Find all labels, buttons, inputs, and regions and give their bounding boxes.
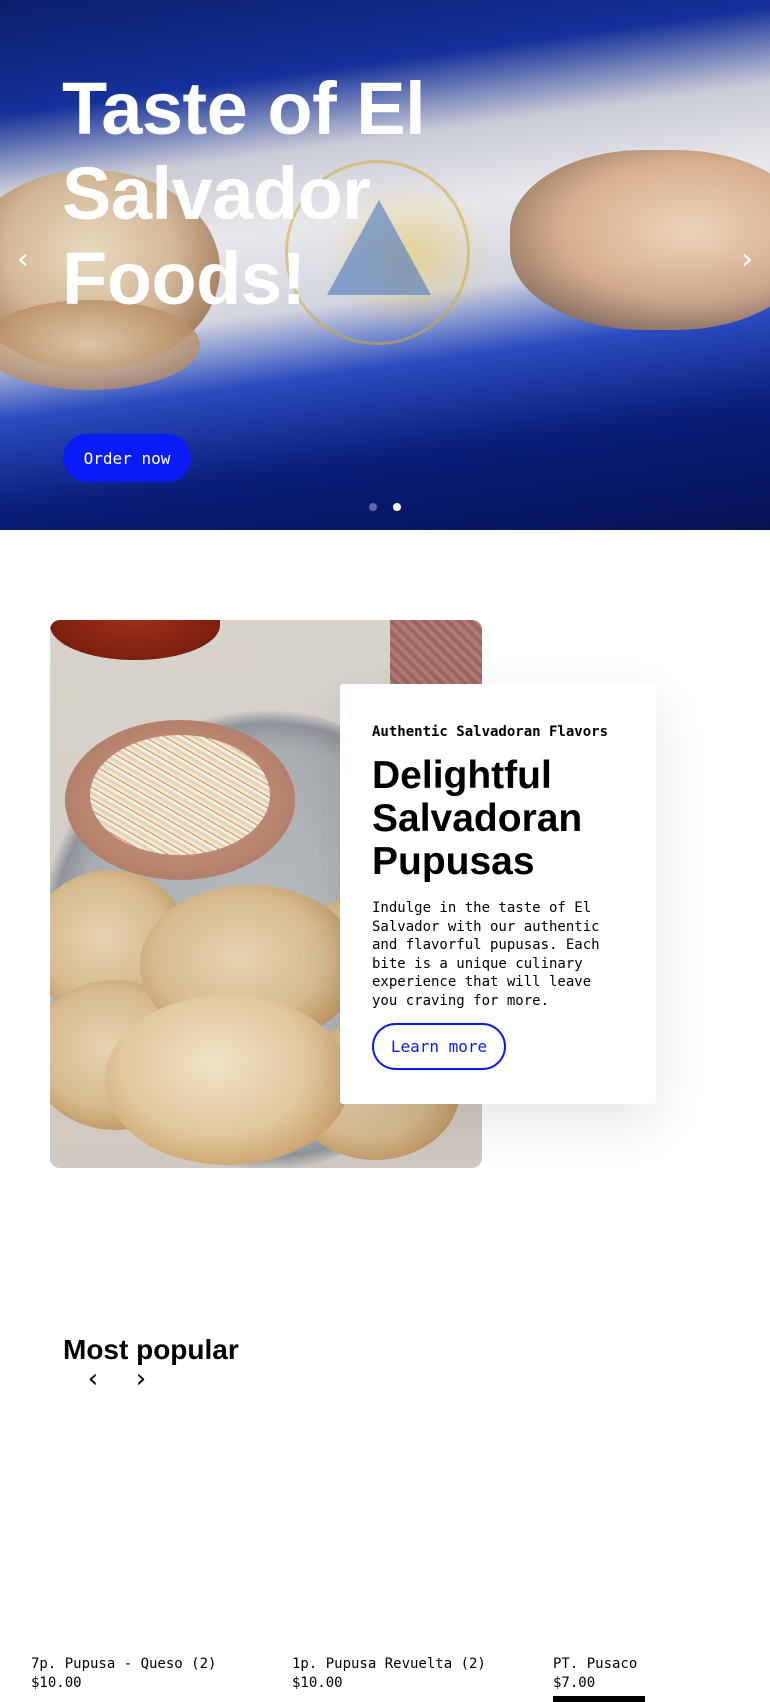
slide-dot-1[interactable] <box>369 503 377 511</box>
feature-description: Indulge in the taste of El Salvador with… <box>372 900 600 1009</box>
product-price: $7.00 <box>553 1675 596 1691</box>
feature-eyebrow: Authentic Salvadoran Flavors <box>372 724 609 740</box>
product-price: $10.00 <box>31 1675 82 1691</box>
order-now-button[interactable]: Order now <box>63 434 191 482</box>
cloth <box>390 620 482 685</box>
product-name: 1p. Pupusa Revuelta (2) <box>292 1656 486 1672</box>
product-name: PT. Pusaco <box>553 1656 638 1672</box>
chevron-right-icon[interactable]: › <box>732 240 762 280</box>
add-to-cart-button[interactable] <box>553 1696 645 1702</box>
learn-more-button[interactable]: Learn more <box>372 1023 506 1070</box>
product-name: 7p. Pupusa - Queso (2) <box>31 1656 217 1672</box>
hero-title: Taste of El Salvador Foods! <box>62 67 426 320</box>
chevron-left-icon[interactable]: ‹ <box>82 1364 104 1394</box>
product-price: $10.00 <box>292 1675 343 1691</box>
product-card[interactable]: 1p. Pupusa Revuelta (2) $10.00 <box>292 1655 512 1693</box>
chevron-left-icon[interactable]: ‹ <box>8 240 38 280</box>
pupusa <box>105 995 350 1165</box>
feature-title: Delightful Salvadoran Pupusas <box>372 754 583 883</box>
salsa-bowl <box>50 620 220 660</box>
chevron-right-icon[interactable]: › <box>130 1364 152 1394</box>
section-title: Most popular <box>63 1334 239 1365</box>
feature-card: Authentic Salvadoran Flavors Delightful … <box>340 684 656 1104</box>
curtido <box>90 735 270 855</box>
product-card[interactable]: 7p. Pupusa - Queso (2) $10.00 <box>31 1655 251 1693</box>
product-card[interactable]: PT. Pusaco $7.00 <box>553 1655 770 1693</box>
hero-banner: Taste of El Salvador Foods! Order now ‹ … <box>0 0 770 530</box>
slide-dot-2-active[interactable] <box>393 503 401 511</box>
hero-hands-image <box>510 150 770 330</box>
